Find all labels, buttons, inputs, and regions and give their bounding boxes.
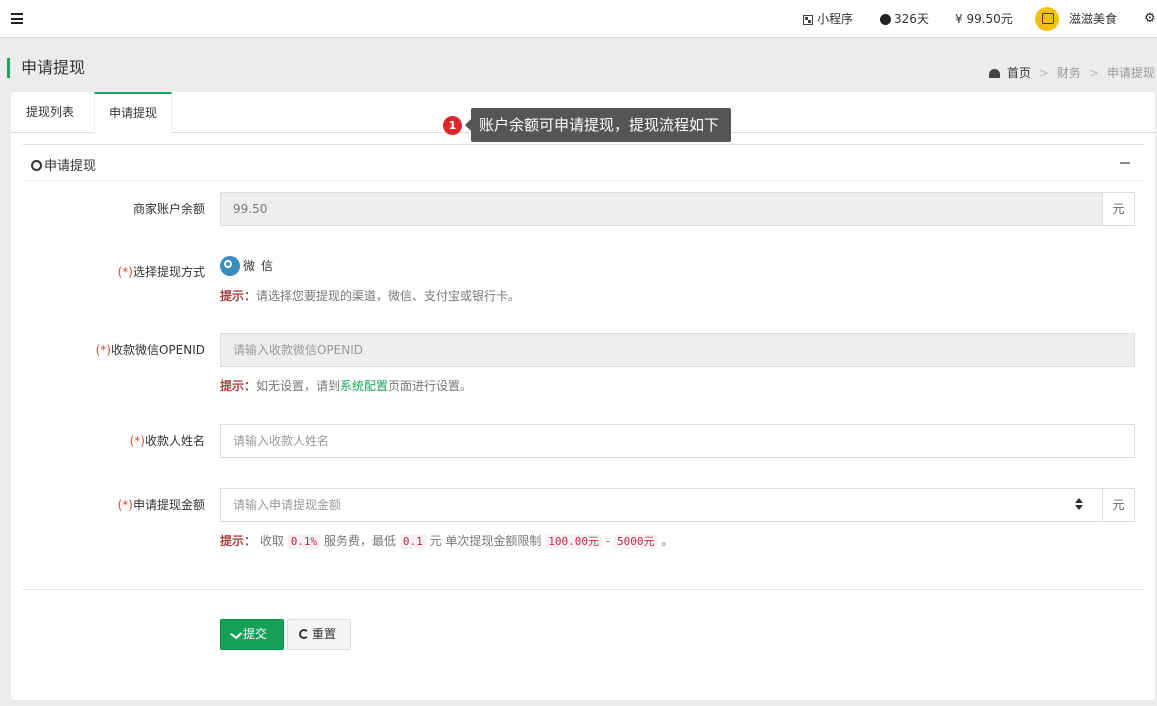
tip-label: 提示： — [220, 534, 257, 548]
days-remaining[interactable]: 326天 — [881, 0, 929, 38]
guide-tooltip: 1 账户余额可申请提现，提现流程如下 — [443, 108, 732, 142]
amount-input[interactable] — [220, 488, 1103, 522]
form-divider — [22, 589, 1144, 590]
range-dash: - — [605, 534, 611, 548]
main-panel: 提现列表 申请提现 1 账户余额可申请提现，提现流程如下 申请提现 商家账户余额 … — [11, 92, 1155, 700]
account-balance[interactable]: ¥ 99.50元 — [955, 0, 1013, 38]
qrcode-icon — [803, 14, 813, 25]
amount-unit: 元 — [1102, 488, 1135, 522]
breadcrumb-home[interactable]: 首页 — [1007, 66, 1031, 80]
name-label: (*)收款人姓名 — [11, 432, 205, 449]
top-navbar: 小程序 326天 ¥ 99.50元 滋滋美食 ⚙ — [0, 0, 1157, 38]
dashboard-icon — [988, 69, 1000, 78]
amount-label-text: 申请提现金额 — [132, 498, 205, 512]
amount-tip-part3: 元 单次提现金额限制 — [429, 534, 542, 548]
box-title: 申请提现 — [31, 155, 96, 174]
required-mark: (*) — [117, 265, 133, 279]
reset-label: 重置 — [312, 627, 337, 641]
fee-rate: 0.1% — [287, 534, 321, 549]
tip-label: 提示： — [220, 289, 257, 303]
max-amount: 5000元 — [613, 534, 658, 549]
required-mark: (*) — [129, 434, 145, 448]
method-label-text: 选择提现方式 — [132, 265, 205, 279]
days-label: 326天 — [894, 12, 929, 26]
collapse-icon[interactable] — [1120, 162, 1130, 164]
tab-withdraw-list[interactable]: 提现列表 — [26, 92, 74, 133]
tip-label: 提示： — [220, 379, 257, 393]
certificate-icon — [881, 15, 890, 24]
breadcrumb-current: 申请提现 — [1106, 66, 1155, 80]
step-badge: 1 — [443, 115, 462, 135]
mini-program-link[interactable]: 小程序 — [803, 0, 853, 38]
system-config-link[interactable]: 系统配置 — [340, 379, 388, 393]
box-title-text: 申请提现 — [44, 159, 97, 174]
menu-toggle-icon[interactable] — [11, 13, 23, 24]
submit-label: 提交 — [243, 627, 268, 641]
openid-input[interactable] — [220, 333, 1135, 367]
amount-tip-part2: 服务费，最低 — [324, 534, 397, 548]
amount-tip-end: 。 — [661, 534, 674, 548]
amount-tip-part1: 收取 — [259, 534, 284, 548]
user-menu[interactable]: 滋滋美食 — [1035, 0, 1117, 38]
balance-unit: 元 — [1102, 192, 1135, 226]
avatar — [1035, 6, 1059, 31]
shop-name: 滋滋美食 — [1069, 12, 1118, 26]
refresh-icon — [299, 629, 309, 639]
breadcrumb: 首页 > 财务 > 申请提现 — [988, 64, 1155, 81]
box-header: 申请提现 — [22, 144, 1144, 181]
breadcrumb-separator: > — [1088, 66, 1099, 80]
balance-label: 商家账户余额 — [132, 202, 205, 216]
required-mark: (*) — [95, 343, 111, 357]
openid-help: 提示：如无设置，请到系统配置页面进行设置。 — [220, 377, 472, 394]
openid-label: (*)收款微信OPENID — [11, 341, 205, 358]
submit-button[interactable]: 提交 — [220, 619, 284, 650]
wechat-radio[interactable] — [220, 256, 240, 276]
mini-program-label: 小程序 — [817, 12, 854, 26]
tooltip-text: 账户余额可申请提现，提现流程如下 — [464, 108, 732, 142]
method-label: (*)选择提现方式 — [11, 263, 205, 280]
name-label-text: 收款人姓名 — [144, 434, 205, 448]
openid-tip-before: 如无设置，请到 — [256, 379, 341, 393]
method-help: 提示：请选择您要提现的渠道，微信、支付宝或银行卡。 — [220, 287, 520, 304]
reset-button[interactable]: 重置 — [287, 619, 351, 650]
amount-label: (*)申请提现金额 — [11, 496, 205, 513]
openid-tip-after: 页面进行设置。 — [388, 379, 473, 393]
payee-name-input[interactable] — [220, 424, 1135, 458]
amount-help: 提示： 收取 0.1% 服务费，最低 0.1 元 单次提现金额限制 100.00… — [220, 532, 673, 549]
balance-field — [220, 192, 1103, 226]
pencil-icon — [229, 628, 243, 640]
page-title: 申请提现 — [7, 58, 85, 78]
min-amount: 100.00元 — [545, 534, 602, 549]
min-fee: 0.1 — [399, 534, 426, 549]
gear-icon[interactable]: ⚙ — [1144, 11, 1156, 26]
method-tip-text: 请选择您要提现的渠道，微信、支付宝或银行卡。 — [256, 289, 521, 303]
breadcrumb-finance[interactable]: 财务 — [1057, 66, 1081, 80]
balance-label: ¥ 99.50元 — [955, 12, 1013, 26]
circle-icon — [31, 160, 42, 171]
wechat-radio-label[interactable]: 微信 — [243, 257, 279, 274]
amount-stepper-icon[interactable] — [1074, 497, 1084, 511]
required-mark: (*) — [117, 498, 133, 512]
openid-label-text: 收款微信OPENID — [110, 343, 205, 357]
breadcrumb-separator: > — [1038, 66, 1049, 80]
tab-apply-withdraw[interactable]: 申请提现 — [94, 92, 172, 134]
